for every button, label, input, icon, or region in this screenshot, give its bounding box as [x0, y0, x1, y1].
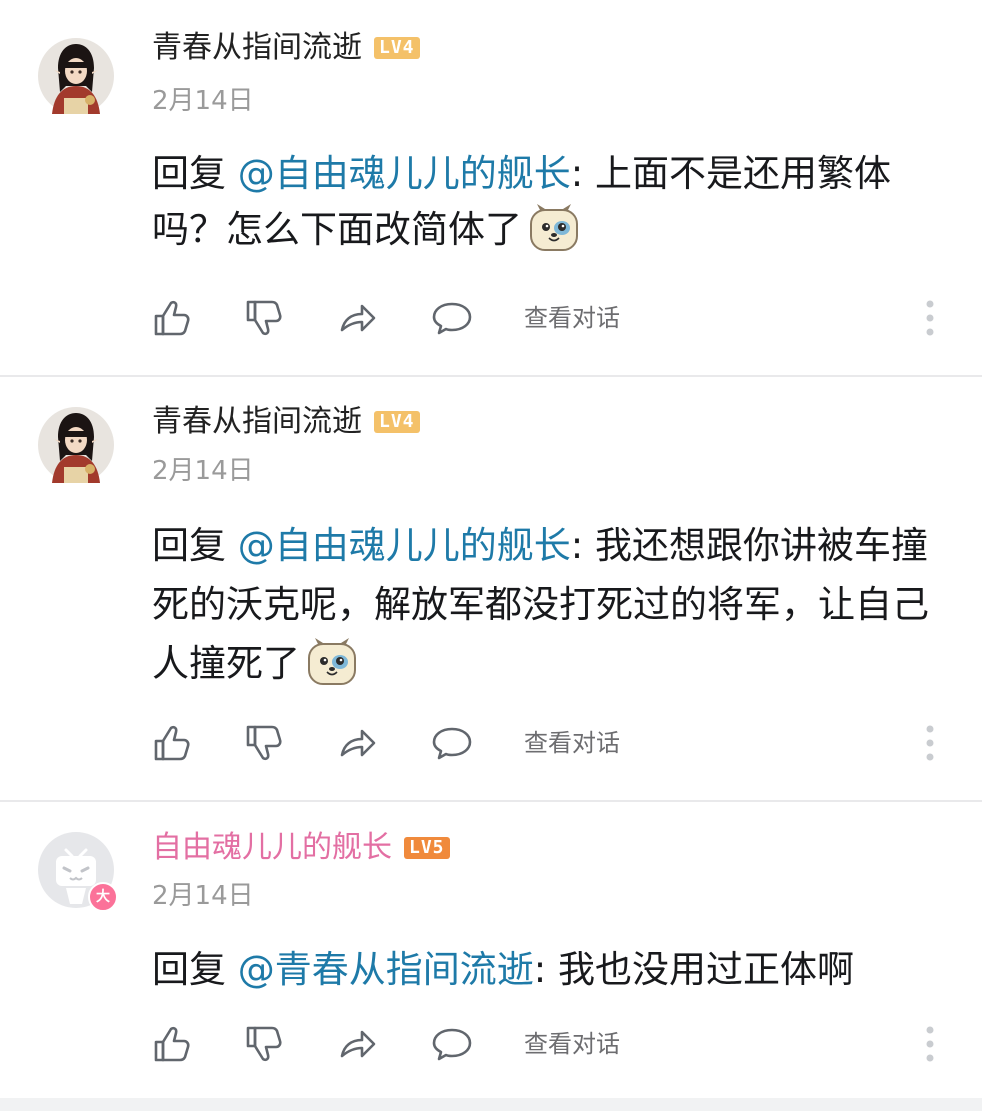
comment-item: 青春从指间流逝 LV4 2月14日 回复 @自由魂儿儿的舰长: 我还想跟你讲被车撞… [0, 377, 982, 802]
comment-bubble-icon[interactable] [430, 1022, 474, 1066]
comment-text: 回复 @自由魂儿儿的舰长: 上面不是还用繁体吗？怎么下面改简体了 [152, 146, 942, 258]
username[interactable]: 自由魂儿儿的舰长 LV5 [152, 828, 450, 868]
thumb-down-icon[interactable] [242, 721, 286, 765]
thumb-up-icon[interactable] [150, 296, 194, 340]
reply-prefix: 回复 [152, 152, 238, 195]
dog-face-emote-icon [306, 636, 358, 686]
thumb-down-icon[interactable] [242, 296, 286, 340]
comment-date: 2月14日 [152, 86, 254, 116]
comment-body: : 我也没用过正体啊 [533, 948, 854, 991]
comment-date: 2月14日 [152, 881, 254, 911]
page-bottom-edge [0, 1098, 982, 1111]
thumb-up-icon[interactable] [150, 721, 194, 765]
username[interactable]: 青春从指间流逝 LV4 [152, 28, 420, 68]
dog-face-emote-icon [528, 202, 580, 252]
view-conversation-link[interactable]: 查看对话 [524, 300, 620, 336]
comment-actions: 查看对话 [150, 296, 950, 340]
level-badge: LV4 [374, 37, 420, 59]
vip-badge: 大 [88, 882, 118, 912]
user-avatar[interactable]: 大 [38, 832, 118, 912]
more-vertical-icon[interactable] [922, 721, 938, 765]
share-arrow-icon[interactable] [336, 296, 380, 340]
reply-prefix: 回复 [152, 524, 238, 567]
level-badge: LV4 [374, 411, 420, 433]
comment-item: 大 自由魂儿儿的舰长 LV5 2月14日 回复 @青春从指间流逝: 我也没用过正体… [0, 802, 982, 1098]
comment-actions: 查看对话 [150, 721, 950, 765]
share-arrow-icon[interactable] [336, 1022, 380, 1066]
thumb-down-icon[interactable] [242, 1022, 286, 1066]
mention-link[interactable]: @自由魂儿儿的舰长 [238, 152, 571, 195]
user-avatar[interactable] [38, 407, 114, 483]
view-conversation-link[interactable]: 查看对话 [524, 1026, 620, 1062]
thumb-up-icon[interactable] [150, 1022, 194, 1066]
reply-prefix: 回复 [152, 948, 238, 991]
share-arrow-icon[interactable] [336, 721, 380, 765]
comment-bubble-icon[interactable] [430, 721, 474, 765]
comment-text: 回复 @青春从指间流逝: 我也没用过正体啊 [152, 942, 942, 998]
comment-text: 回复 @自由魂儿儿的舰长: 我还想跟你讲被车撞死的沃克呢，解放军都没打死过的将军… [152, 516, 942, 693]
view-conversation-link[interactable]: 查看对话 [524, 725, 620, 761]
username[interactable]: 青春从指间流逝 LV4 [152, 402, 420, 442]
comment-actions: 查看对话 [150, 1022, 950, 1066]
comment-date: 2月14日 [152, 456, 254, 486]
comment-bubble-icon[interactable] [430, 296, 474, 340]
level-badge: LV5 [404, 837, 450, 859]
more-vertical-icon[interactable] [922, 296, 938, 340]
mention-link[interactable]: @青春从指间流逝 [238, 948, 534, 991]
user-avatar[interactable] [38, 38, 114, 114]
mention-link[interactable]: @自由魂儿儿的舰长 [238, 524, 571, 567]
comment-item: 青春从指间流逝 LV4 2月14日 回复 @自由魂儿儿的舰长: 上面不是还用繁体吗… [0, 0, 982, 377]
more-vertical-icon[interactable] [922, 1022, 938, 1066]
